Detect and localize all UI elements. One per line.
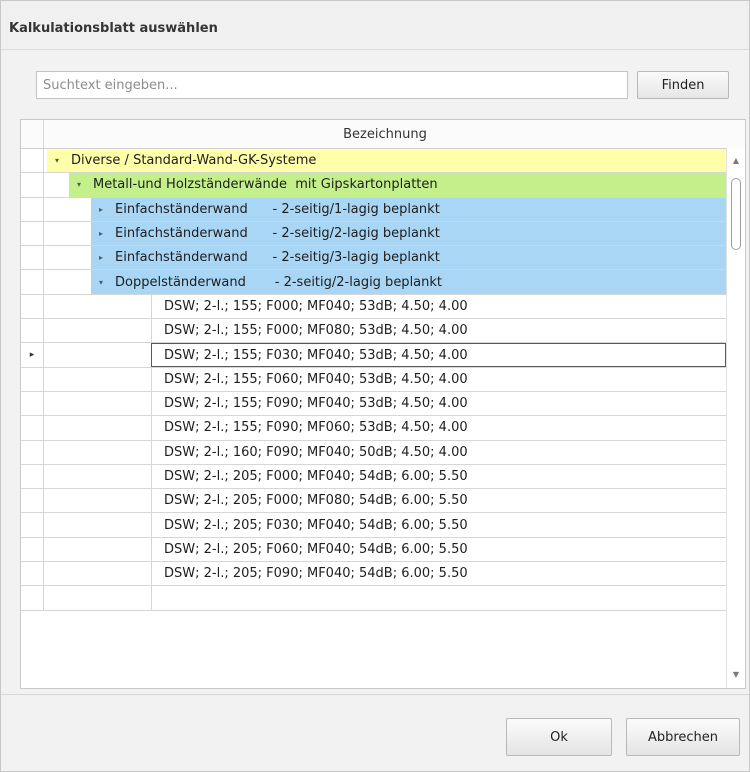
dialog-titlebar: Kalkulationsblatt auswählen: [1, 1, 749, 50]
table-row[interactable]: DSW; 2-l.; 155; F060; MF040; 53dB; 4.50;…: [21, 367, 726, 392]
row-indicator[interactable]: [21, 537, 44, 562]
bezeichnung-cell[interactable]: ▾ Diverse / Standard-Wand-GK-Systeme: [47, 149, 726, 173]
row-indicator[interactable]: [21, 246, 44, 270]
table-row[interactable]: ▸ DSW; 2-l.; 155; F030; MF040; 53dB; 4.50…: [21, 343, 726, 368]
row-indicator[interactable]: [21, 416, 44, 440]
scroll-down-arrow-icon[interactable]: ▼: [727, 666, 745, 682]
bezeichnung-cell[interactable]: DSW; 2-l.; 160; F090; MF040; 50dB; 4.50;…: [151, 440, 726, 464]
row-label: DSW; 2-l.; 155; F090; MF040; 53dB; 4.50;…: [164, 396, 468, 412]
row-label: Einfachständerwand - 2-seitig/3-lagig be…: [115, 250, 440, 266]
row-label: DSW; 2-l.; 205; F000; MF040; 54dB; 6.00;…: [164, 469, 468, 484]
vertical-scrollbar[interactable]: ▲ ▼: [726, 148, 745, 688]
row-label: DSW; 2-l.; 155; F060; MF040; 53dB; 4.50;…: [164, 371, 468, 387]
bezeichnung-cell[interactable]: DSW; 2-l.; 205; F030; MF040; 54dB; 6.00;…: [151, 513, 726, 537]
row-indicator[interactable]: [21, 513, 44, 537]
ok-button[interactable]: Ok: [506, 718, 612, 756]
footer-divider: [1, 694, 749, 695]
table-row[interactable]: DSW; 2-l.; 155; F000; MF040; 53dB; 4.50;…: [21, 294, 726, 320]
table-row[interactable]: [21, 586, 726, 611]
row-indicator[interactable]: [21, 489, 44, 513]
scroll-up-arrow-icon[interactable]: ▲: [727, 152, 745, 168]
row-indicator[interactable]: [21, 367, 44, 391]
row-label: DSW; 2-l.; 205; F000; MF080; 54dB; 6.00;…: [164, 493, 468, 509]
expand-arrow-icon[interactable]: ▸: [91, 198, 111, 221]
table-row[interactable]: DSW; 2-l.; 205; F060; MF040; 54dB; 6.00;…: [21, 537, 726, 563]
column-header-bezeichnung[interactable]: Bezeichnung: [44, 120, 726, 148]
bezeichnung-cell[interactable]: DSW; 2-l.; 155; F090; MF060; 53dB; 4.50;…: [151, 416, 726, 440]
row-indicator[interactable]: [21, 197, 44, 221]
collapse-arrow-icon[interactable]: ▾: [69, 173, 89, 196]
bezeichnung-cell[interactable]: ▸ Einfachständerwand - 2-seitig/1-lagig b…: [91, 197, 726, 221]
tree-grid[interactable]: Bezeichnung ▾ Diverse / Standard-Wand-GK-…: [20, 119, 746, 689]
row-label: DSW; 2-l.; 155; F000; MF040; 53dB; 4.50;…: [164, 298, 468, 314]
row-label: DSW; 2-l.; 155; F030; MF040; 53dB; 4.50;…: [164, 347, 468, 363]
table-row[interactable]: DSW; 2-l.; 205; F090; MF040; 54dB; 6.00;…: [21, 562, 726, 587]
tree-group-row[interactable]: ▸ Einfachständerwand - 2-seitig/2-lagig b…: [21, 221, 726, 247]
search-input[interactable]: [36, 71, 628, 99]
row-label: DSW; 2-l.; 205; F030; MF040; 54dB; 6.00;…: [164, 517, 468, 533]
bezeichnung-cell[interactable]: DSW; 2-l.; 155; F000; MF040; 53dB; 4.50;…: [151, 294, 726, 319]
bezeichnung-cell[interactable]: DSW; 2-l.; 155; F060; MF040; 53dB; 4.50;…: [151, 367, 726, 391]
find-button[interactable]: Finden: [637, 71, 729, 99]
row-label: Einfachständerwand - 2-seitig/1-lagig be…: [115, 201, 440, 217]
row-indicator[interactable]: [21, 221, 44, 246]
row-label: Einfachständerwand - 2-seitig/2-lagig be…: [115, 226, 440, 242]
table-row[interactable]: DSW; 2-l.; 160; F090; MF040; 50dB; 4.50;…: [21, 440, 726, 465]
row-label: Diverse / Standard-Wand-GK-Systeme: [71, 153, 317, 169]
row-label: DSW; 2-l.; 160; F090; MF040; 50dB; 4.50;…: [164, 444, 468, 460]
bezeichnung-cell[interactable]: DSW; 2-l.; 205; F060; MF040; 54dB; 6.00;…: [151, 537, 726, 562]
bezeichnung-cell[interactable]: DSW; 2-l.; 155; F000; MF080; 53dB; 4.50;…: [151, 319, 726, 343]
bezeichnung-cell[interactable]: DSW; 2-l.; 155; F090; MF040; 53dB; 4.50;…: [151, 391, 726, 416]
row-label: DSW; 2-l.; 205; F090; MF040; 54dB; 6.00;…: [164, 566, 468, 582]
header-indicator-cell: [21, 120, 44, 148]
row-indicator[interactable]: [21, 319, 44, 343]
table-row[interactable]: DSW; 2-l.; 155; F090; MF040; 53dB; 4.50;…: [21, 391, 726, 417]
row-indicator[interactable]: [21, 149, 44, 173]
bezeichnung-cell[interactable]: DSW; 2-l.; 205; F000; MF080; 54dB; 6.00;…: [151, 489, 726, 513]
row-label: DSW; 2-l.; 155; F090; MF060; 53dB; 4.50;…: [164, 420, 468, 436]
select-calculation-sheet-dialog: Kalkulationsblatt auswählen Finden Bezei…: [0, 0, 750, 772]
row-indicator[interactable]: [21, 294, 44, 319]
table-row[interactable]: DSW; 2-l.; 205; F000; MF080; 54dB; 6.00;…: [21, 489, 726, 514]
grid-header: Bezeichnung: [21, 120, 745, 149]
table-row[interactable]: DSW; 2-l.; 155; F090; MF060; 53dB; 4.50;…: [21, 416, 726, 441]
table-row[interactable]: DSW; 2-l.; 155; F000; MF080; 53dB; 4.50;…: [21, 319, 726, 344]
row-indicator[interactable]: [21, 586, 44, 610]
bezeichnung-cell[interactable]: ▾ Doppelständerwand - 2-seitig/2-lagig be…: [91, 270, 726, 294]
tree-group-row[interactable]: ▸ Einfachständerwand - 2-seitig/3-lagig b…: [21, 246, 726, 271]
cancel-button[interactable]: Abbrechen: [626, 718, 740, 756]
bezeichnung-cell[interactable]: DSW; 2-l.; 205; F000; MF040; 54dB; 6.00;…: [151, 464, 726, 489]
bezeichnung-cell[interactable]: [151, 586, 726, 610]
current-row-arrow-icon: ▸: [29, 350, 35, 361]
collapse-arrow-icon[interactable]: ▾: [47, 149, 67, 172]
row-label: Metall-und Holzständerwände mit Gipskart…: [93, 177, 438, 193]
row-indicator[interactable]: [21, 440, 44, 464]
row-indicator[interactable]: ▸: [21, 343, 44, 367]
bezeichnung-cell[interactable]: ▾ Metall-und Holzständerwände mit Gipskar…: [69, 173, 726, 197]
tree-group-row[interactable]: ▾ Metall-und Holzständerwände mit Gipskar…: [21, 173, 726, 198]
collapse-arrow-icon[interactable]: ▾: [91, 270, 111, 293]
expand-arrow-icon[interactable]: ▸: [91, 222, 111, 245]
row-indicator[interactable]: [21, 391, 44, 416]
row-indicator[interactable]: [21, 173, 44, 197]
scroll-thumb[interactable]: [731, 178, 741, 250]
tree-group-row[interactable]: ▾ Doppelständerwand - 2-seitig/2-lagig be…: [21, 270, 726, 295]
row-indicator[interactable]: [21, 464, 44, 489]
tree-group-row[interactable]: ▸ Einfachständerwand - 2-seitig/1-lagig b…: [21, 197, 726, 222]
bezeichnung-cell[interactable]: ▸ Einfachständerwand - 2-seitig/3-lagig b…: [91, 246, 726, 270]
table-row[interactable]: DSW; 2-l.; 205; F000; MF040; 54dB; 6.00;…: [21, 464, 726, 490]
bezeichnung-cell[interactable]: ▸ Einfachständerwand - 2-seitig/2-lagig b…: [91, 221, 726, 246]
row-label: DSW; 2-l.; 155; F000; MF080; 53dB; 4.50;…: [164, 323, 468, 339]
row-indicator[interactable]: [21, 270, 44, 294]
tree-group-row[interactable]: ▾ Diverse / Standard-Wand-GK-Systeme: [21, 149, 726, 174]
bezeichnung-cell[interactable]: DSW; 2-l.; 205; F090; MF040; 54dB; 6.00;…: [151, 562, 726, 586]
row-indicator[interactable]: [21, 562, 44, 586]
bezeichnung-cell[interactable]: DSW; 2-l.; 155; F030; MF040; 53dB; 4.50;…: [151, 343, 726, 367]
row-label: DSW; 2-l.; 205; F060; MF040; 54dB; 6.00;…: [164, 541, 468, 557]
row-label: Doppelständerwand - 2-seitig/2-lagig bep…: [115, 274, 443, 290]
expand-arrow-icon[interactable]: ▸: [91, 246, 111, 269]
grid-rows: ▾ Diverse / Standard-Wand-GK-Systeme ▾ Meta…: [21, 149, 726, 611]
table-row[interactable]: DSW; 2-l.; 205; F030; MF040; 54dB; 6.00;…: [21, 513, 726, 538]
dialog-title: Kalkulationsblatt auswählen: [9, 21, 218, 36]
